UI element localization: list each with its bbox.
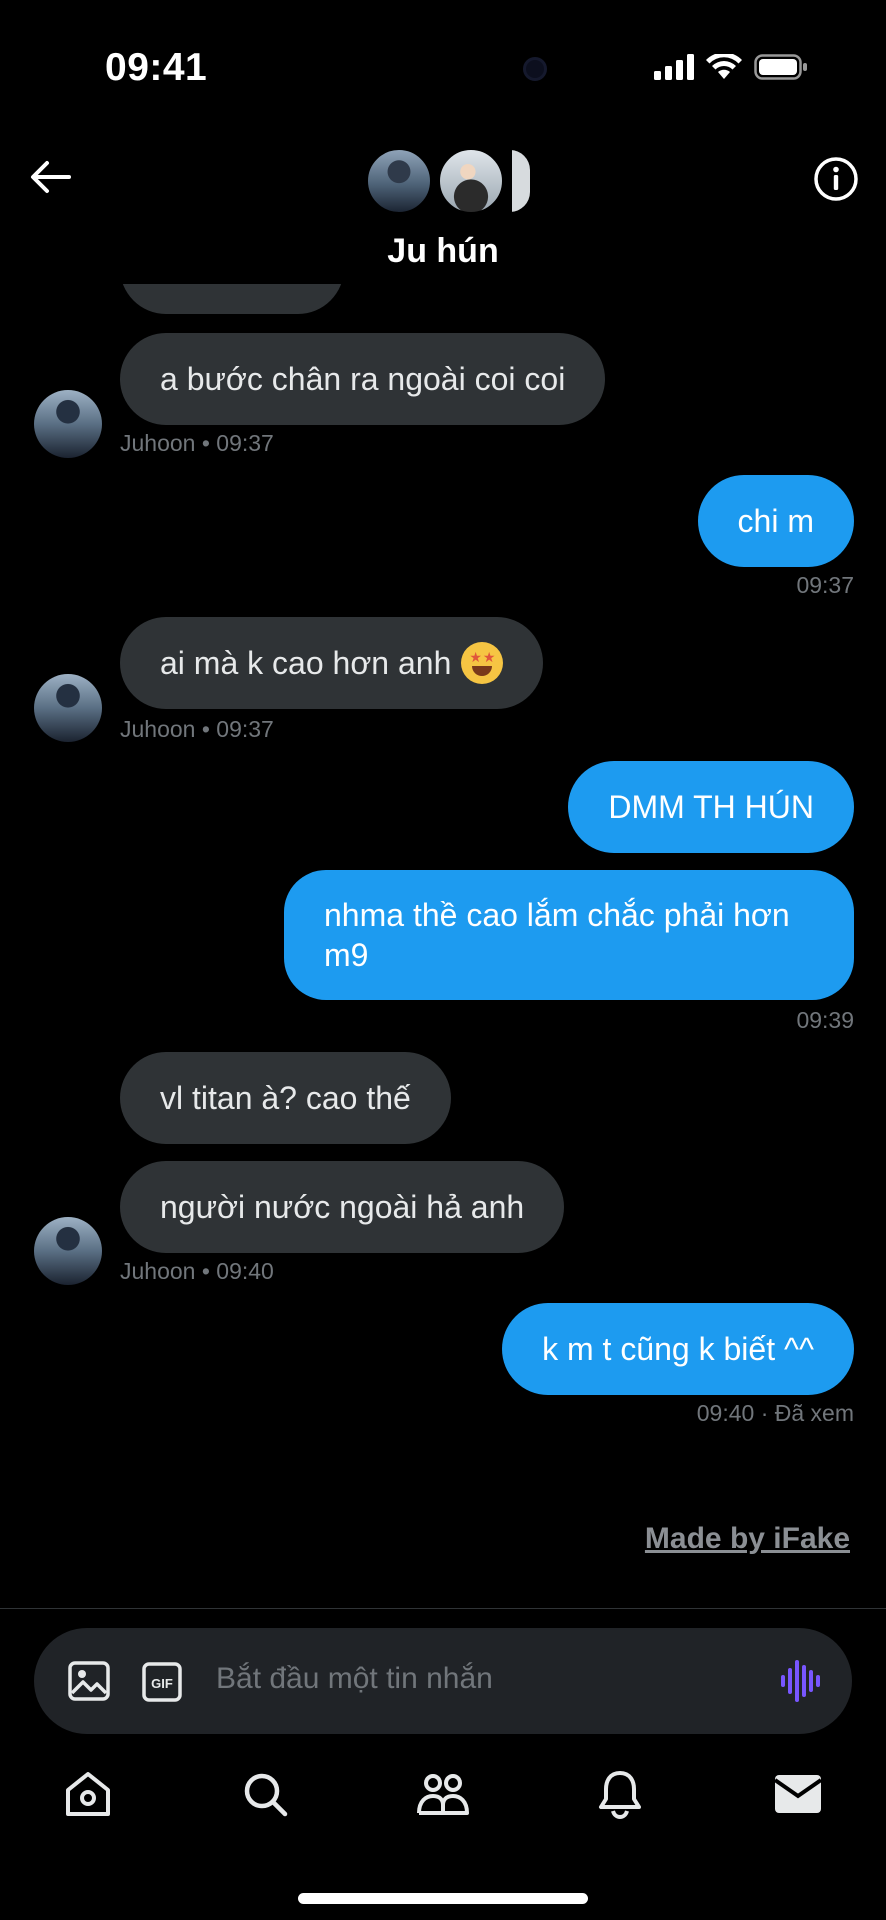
tab-search[interactable] <box>235 1764 295 1824</box>
info-icon <box>814 157 858 201</box>
gif-label: GIF <box>151 1676 173 1691</box>
watermark-link[interactable]: Made by iFake <box>645 1522 850 1556</box>
message-text: DMM TH HÚN <box>608 788 814 825</box>
divider <box>0 1608 886 1609</box>
message-bubble-outgoing[interactable]: chi m <box>697 475 854 567</box>
status-time: 09:41 <box>105 46 208 89</box>
message-text: a bước chân ra ngoài coi coi <box>160 360 566 397</box>
avatar <box>438 148 504 214</box>
info-button[interactable] <box>812 155 860 203</box>
sender-avatar[interactable] <box>34 1217 102 1285</box>
search-icon <box>244 1773 288 1817</box>
message-text: vl titan à? cao thế <box>160 1079 411 1116</box>
message-bubble-incoming[interactable]: a bước chân ra ngoài coi coi <box>120 333 606 425</box>
tab-bar <box>0 1764 886 1836</box>
message-meta: 09:39 <box>796 1007 854 1033</box>
message-text: ai mà k cao hơn anh <box>160 644 452 681</box>
message-text: chi m <box>737 502 814 539</box>
envelope-icon <box>774 1775 822 1813</box>
tab-communities[interactable] <box>413 1764 473 1824</box>
message-meta: Juhoon • 09:37 <box>120 430 274 456</box>
battery-icon <box>754 54 807 80</box>
message-bubble-outgoing[interactable]: k m t cũng k biết ^^ <box>502 1303 854 1395</box>
message-bubble-incoming[interactable]: ai mà k cao hơn anh <box>120 617 544 709</box>
status-bar: 09:41 <box>0 0 886 130</box>
message-bubble-outgoing[interactable]: nhma thề cao lắm chắc phải hơn m9 <box>284 870 854 1000</box>
message-meta: 09:37 <box>796 572 854 598</box>
image-icon[interactable] <box>68 1661 110 1706</box>
message-composer[interactable]: GIF Bắt đầu một tin nhắn <box>34 1628 852 1734</box>
home-icon <box>66 1772 110 1816</box>
message-meta: Juhoon • 09:40 <box>120 1258 274 1284</box>
tab-home[interactable] <box>58 1764 118 1824</box>
tab-messages[interactable] <box>768 1764 828 1824</box>
home-indicator <box>298 1893 588 1904</box>
message-bubble-incoming[interactable]: vl titan à? cao thế <box>120 1052 451 1144</box>
message-meta: 09:40 · Đã xem <box>696 1400 854 1426</box>
bell-icon <box>599 1771 641 1819</box>
camera-dot <box>523 57 547 81</box>
message-text: k m t cũng k biết ^^ <box>542 1330 814 1367</box>
communities-icon <box>417 1774 469 1815</box>
signal-icon <box>654 54 694 80</box>
avatar <box>366 148 432 214</box>
wifi-icon <box>706 54 742 79</box>
group-avatars[interactable] <box>366 148 532 214</box>
gif-icon[interactable]: GIF <box>142 1662 182 1707</box>
sender-avatar[interactable] <box>34 390 102 458</box>
tab-notifications[interactable] <box>590 1764 650 1824</box>
status-icons <box>654 54 808 80</box>
message-bubble-outgoing[interactable]: DMM TH HÚN <box>568 761 854 853</box>
message-input[interactable]: Bắt đầu một tin nhắn <box>216 1662 493 1696</box>
star-struck-emoji-icon <box>461 642 504 684</box>
message-bubble-incoming[interactable]: người nước ngoài hả anh <box>120 1161 565 1253</box>
arrow-left-icon <box>31 161 71 193</box>
avatar <box>510 148 532 214</box>
message-meta: Juhoon • 09:37 <box>120 716 274 742</box>
message-text: nhma thề cao lắm chắc phải hơn m9 <box>324 897 790 973</box>
message-text: người nước ngoài hả anh <box>160 1188 525 1225</box>
voice-message-icon[interactable] <box>780 1658 822 1709</box>
back-button[interactable] <box>26 152 76 202</box>
sender-avatar[interactable] <box>34 674 102 742</box>
conversation-title[interactable]: Ju hún <box>0 232 886 271</box>
